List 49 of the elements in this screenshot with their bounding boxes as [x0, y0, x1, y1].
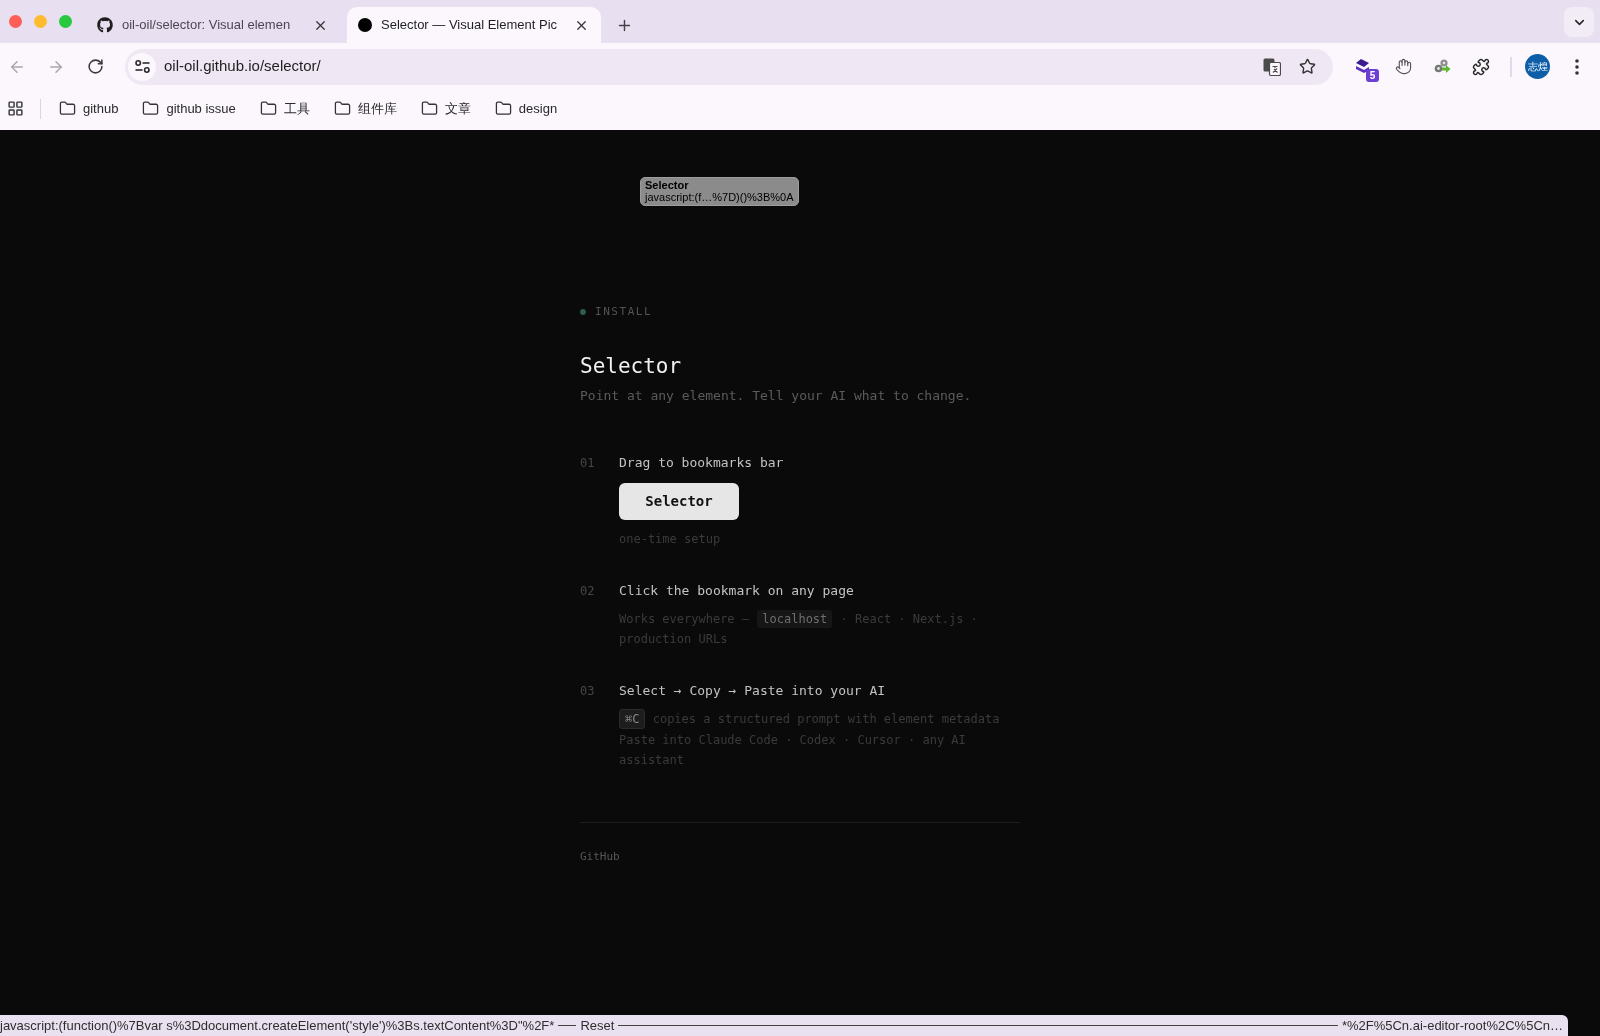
step-title: Select → Copy → Paste into your AI [619, 682, 886, 700]
reload-icon [86, 58, 104, 75]
bookmark-folder[interactable]: 文章 [412, 94, 479, 123]
folder-icon [142, 100, 160, 117]
tune-icon [134, 60, 150, 73]
bookmark-folder[interactable]: github [51, 94, 127, 123]
folder-icon [420, 100, 438, 117]
profile-avatar[interactable]: 志煌 [1525, 54, 1550, 79]
page-subtitle: Point at any element. Tell your AI what to change. [580, 387, 972, 405]
apps-grid-icon [6, 100, 24, 117]
step-number: 01 [580, 455, 596, 472]
bookmark-folder[interactable]: 组件库 [325, 94, 405, 123]
translate-icon [1263, 57, 1281, 76]
browser-tab[interactable]: oil-oil/selector: Visual elemen [86, 7, 340, 43]
step-title: Drag to bookmarks bar [619, 454, 784, 472]
site-info-button[interactable] [128, 52, 156, 81]
tooltip-title: Selector [645, 179, 690, 191]
extension-button[interactable]: 5 [1348, 50, 1380, 83]
folder-icon [59, 100, 76, 117]
section-label: INSTALL [595, 304, 653, 320]
gears-arrow-icon [1433, 59, 1451, 74]
address-bar[interactable]: oil-oil.github.io/selector/ [125, 48, 1333, 85]
bookmark-folder[interactable]: 工具 [251, 94, 318, 123]
page-title: Selector [580, 353, 682, 380]
tooltip-url: javascript:(f…%7D)()%3B%0A [645, 191, 794, 203]
more-icon [1575, 58, 1579, 75]
bookmark-folder[interactable]: github issue [134, 94, 244, 123]
step-number: 02 [580, 583, 596, 600]
badge-count: 5 [1366, 68, 1379, 82]
star-icon [1298, 58, 1316, 75]
status-url-text: Reset [580, 1016, 615, 1035]
bookmarklet-button[interactable]: Selector [619, 483, 739, 520]
status-url-text: javascript:(function()%7Bvar s%3Ddocument.createElement('style')%3Bs.textContent%3D"%2F* [0, 1016, 555, 1035]
folder-icon [259, 100, 277, 117]
step-title: Click the bookmark on any page [619, 582, 854, 600]
step-number: 03 [580, 683, 596, 700]
apps-button[interactable] [6, 99, 24, 118]
folder-icon [333, 100, 351, 117]
folder-icon [494, 100, 512, 117]
tab-title: oil-oil/selector: Visual elemen [122, 16, 292, 35]
tab-title: Selector — Visual Element Pic [381, 16, 559, 35]
tab-search-button[interactable] [1564, 7, 1594, 37]
bookmark-folder[interactable]: design [486, 94, 566, 123]
github-icon [97, 17, 113, 33]
status-url-text: *%2F%5Cn.ai-editor-root%2C%5Cn… [1341, 1016, 1563, 1035]
browser-tab[interactable]: Selector — Visual Element Pic [347, 7, 601, 43]
url-text[interactable]: oil-oil.github.io/selector/ [164, 55, 321, 78]
puzzle-icon [1472, 57, 1490, 76]
hand-icon [1394, 58, 1412, 75]
